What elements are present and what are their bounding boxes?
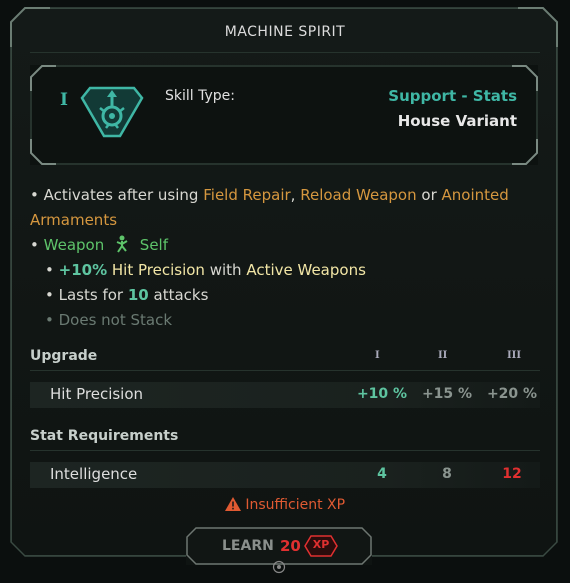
requirement-value-1: 4 — [377, 466, 387, 482]
learn-label: LEARN — [222, 538, 274, 554]
activation-prefix: • Activates after using — [30, 186, 199, 204]
skill-variant: House Variant — [397, 112, 517, 130]
upgrade-level-1: I — [375, 350, 380, 361]
warning-text: Insufficient XP — [245, 497, 346, 513]
effect-target: Active Weapons — [246, 261, 366, 279]
requirement-row-intelligence: Intelligence 4 8 12 — [30, 462, 540, 488]
requirement-value-3: 12 — [502, 466, 522, 482]
xp-badge-text: XP — [312, 538, 330, 551]
gamepad-hint-icon — [272, 560, 286, 574]
effect-with: with — [209, 261, 242, 279]
upgrade-heading: Upgrade — [30, 348, 98, 364]
effect-bullet: • — [45, 261, 54, 279]
title-divider — [30, 52, 540, 53]
requirement-row-label: Intelligence — [50, 465, 138, 483]
skill-type-value: Support - Stats — [388, 87, 517, 105]
target-weapon: Weapon — [43, 236, 105, 254]
duration-suffix: attacks — [153, 286, 209, 304]
trigger-reload-weapon: Reload Weapon — [300, 186, 417, 204]
upgrade-value-3: +20 % — [486, 386, 538, 402]
warning-triangle-icon — [224, 497, 241, 511]
target-self: Self — [139, 236, 168, 254]
trigger-or: or — [421, 186, 437, 204]
machine-spirit-emblem-icon — [80, 86, 144, 138]
skill-type-label: Skill Type: — [165, 88, 235, 104]
stack-note: • Does not Stack — [45, 311, 173, 329]
duration-value: 10 — [127, 286, 149, 304]
panel-title: MACHINE SPIRIT — [224, 24, 346, 40]
target-line: • Weapon Self — [30, 233, 540, 258]
upgrade-value-1: +10 % — [356, 386, 408, 402]
trigger-field-repair: Field Repair — [203, 186, 291, 204]
insufficient-xp-warning: Insufficient XP — [0, 497, 570, 513]
upgrade-row-hit-precision: Hit Precision +10 % +15 % +20 % — [30, 382, 540, 408]
requirement-value-2: 8 — [442, 466, 452, 482]
skill-tier: I — [60, 90, 68, 110]
upgrade-value-2: +15 % — [421, 386, 473, 402]
upgrade-header: Upgrade I II III — [30, 344, 540, 371]
effect-value: +10% — [58, 261, 108, 279]
stat-requirements-heading: Stat Requirements — [30, 428, 179, 444]
upgrade-level-3: III — [507, 350, 522, 361]
effect-line: • +10% Hit Precision with Active Weapons — [30, 258, 540, 283]
target-bullet: • — [30, 236, 39, 254]
effect-stat: Hit Precision — [111, 261, 205, 279]
stat-requirements-header: Stat Requirements — [30, 424, 540, 451]
duration-prefix: • Lasts for — [45, 286, 124, 304]
learn-cost: 20 — [280, 537, 301, 555]
activation-line: • Activates after using Field Repair, Re… — [30, 183, 540, 233]
skill-description: • Activates after using Field Repair, Re… — [30, 183, 540, 333]
duration-line: • Lasts for 10 attacks — [30, 283, 540, 308]
upgrade-level-2: II — [438, 350, 448, 361]
upgrade-row-label: Hit Precision — [50, 385, 144, 403]
self-figure-icon — [116, 235, 128, 253]
trigger-separator: , — [290, 186, 296, 204]
